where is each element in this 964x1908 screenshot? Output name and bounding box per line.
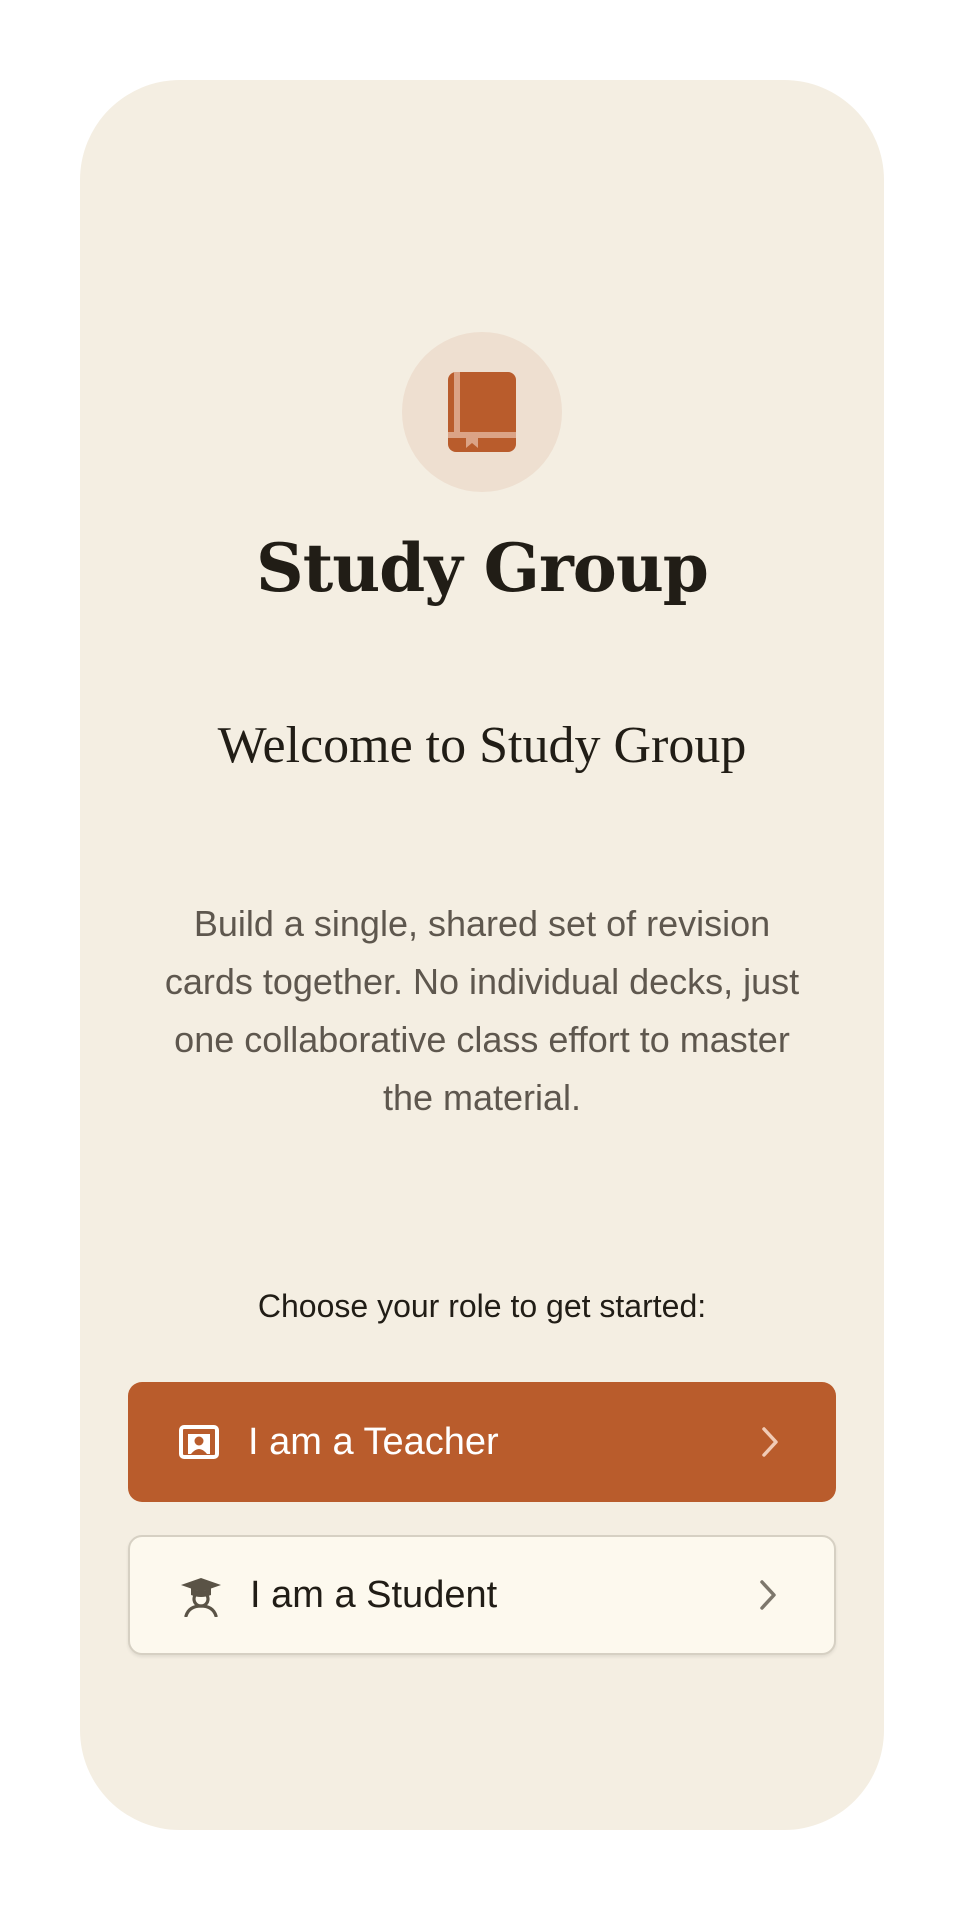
app-logo <box>402 332 562 492</box>
role-prompt: Choose your role to get started: <box>257 1288 707 1324</box>
book-icon <box>448 372 516 452</box>
welcome-heading: Welcome to Study Group <box>217 717 747 774</box>
teacher-role-button[interactable]: I am a Teacher <box>128 1382 836 1502</box>
app-title: Study Group <box>256 529 709 607</box>
graduate-student-icon <box>181 1578 221 1617</box>
chevron-right-icon <box>762 1427 778 1457</box>
presentation-teacher-icon <box>179 1425 219 1459</box>
welcome-card: Study Group Welcome to Study Group Build… <box>80 80 884 1830</box>
teacher-role-label: I am a Teacher <box>248 1420 499 1463</box>
welcome-description: Build a single, shared set of revision c… <box>164 903 800 1118</box>
student-role-label: I am a Student <box>250 1573 498 1616</box>
student-role-button[interactable]: I am a Student <box>128 1535 836 1655</box>
chevron-right-icon <box>760 1580 776 1610</box>
